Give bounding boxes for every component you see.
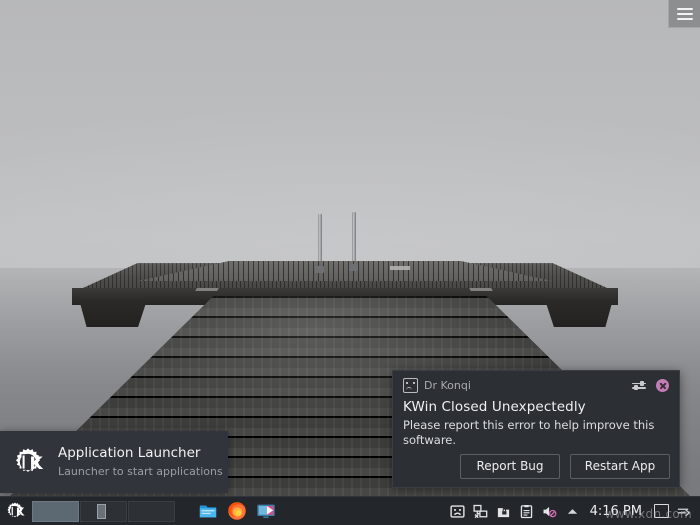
chevron-up-icon[interactable] bbox=[565, 504, 580, 519]
pager-desktop-2[interactable] bbox=[80, 500, 127, 522]
pier-seam bbox=[195, 288, 219, 291]
desktop-pager[interactable] bbox=[32, 500, 176, 523]
file-manager-icon[interactable] bbox=[198, 501, 218, 521]
svg-text:K: K bbox=[15, 505, 24, 518]
arrow-right-icon[interactable] bbox=[676, 504, 691, 519]
system-tray: 4:16 PM bbox=[450, 504, 700, 519]
pager-desktop-3[interactable] bbox=[128, 500, 175, 522]
notification-body: Please report this error to help improve… bbox=[403, 418, 655, 447]
notification-header: Dr Konqi bbox=[403, 377, 669, 394]
volume-muted-icon[interactable] bbox=[542, 504, 557, 519]
hamburger-icon bbox=[676, 7, 693, 10]
sad-face-icon bbox=[403, 378, 418, 393]
panel-right-items bbox=[654, 504, 696, 519]
close-icon[interactable] bbox=[656, 379, 669, 392]
application-launcher-tooltip: K Application Launcher Launcher to start… bbox=[0, 431, 228, 493]
restart-app-button[interactable]: Restart App bbox=[570, 454, 670, 479]
kde-logo-icon: K bbox=[7, 502, 24, 518]
show-desktop-button[interactable] bbox=[654, 504, 669, 518]
display-icon[interactable] bbox=[256, 501, 276, 521]
pager-window-thumb bbox=[97, 503, 106, 519]
network-disconnected-icon[interactable] bbox=[473, 504, 488, 519]
taskbar-panel: K 4:16 PM bbox=[0, 496, 700, 525]
clipboard-icon[interactable] bbox=[519, 504, 534, 519]
taskbar-launcher-button[interactable]: K bbox=[0, 497, 29, 525]
desktop-screen: Dr Konqi KWin Closed Unexpectedly Please… bbox=[0, 0, 700, 525]
lock-icon[interactable] bbox=[496, 504, 511, 519]
pier-seam bbox=[469, 288, 493, 291]
pier-pole-base bbox=[349, 264, 358, 271]
clock[interactable]: 4:16 PM bbox=[588, 504, 646, 519]
frown-mouth bbox=[406, 386, 413, 391]
pier-support-left bbox=[80, 303, 146, 327]
svg-text:K: K bbox=[30, 454, 44, 474]
notification-popup[interactable]: Dr Konqi KWin Closed Unexpectedly Please… bbox=[392, 370, 680, 488]
firefox-icon[interactable] bbox=[227, 501, 247, 521]
hamburger-icon bbox=[676, 12, 693, 15]
sky bbox=[0, 0, 700, 270]
tooltip-text: Application Launcher Launcher to start a… bbox=[58, 445, 223, 479]
pager-desktop-1[interactable] bbox=[32, 500, 79, 522]
pier-marker bbox=[390, 266, 410, 270]
notification-actions: Report Bug Restart App bbox=[460, 454, 670, 479]
notification-app-name: Dr Konqi bbox=[424, 379, 471, 392]
report-bug-button[interactable]: Report Bug bbox=[460, 454, 560, 479]
tooltip-title: Application Launcher bbox=[58, 445, 201, 461]
notification-title: KWin Closed Unexpectedly bbox=[403, 399, 586, 415]
kde-logo-icon: K bbox=[12, 446, 44, 478]
hamburger-menu-button[interactable] bbox=[668, 0, 700, 28]
settings-sliders-icon[interactable] bbox=[631, 379, 647, 393]
tooltip-subtitle: Launcher to start applications bbox=[58, 465, 223, 478]
pier-support-right bbox=[546, 303, 612, 327]
taskbar-pinned-apps bbox=[198, 501, 276, 521]
sad-face-icon[interactable] bbox=[450, 504, 465, 519]
hamburger-icon bbox=[676, 17, 693, 20]
pier-pole-base bbox=[315, 266, 324, 273]
